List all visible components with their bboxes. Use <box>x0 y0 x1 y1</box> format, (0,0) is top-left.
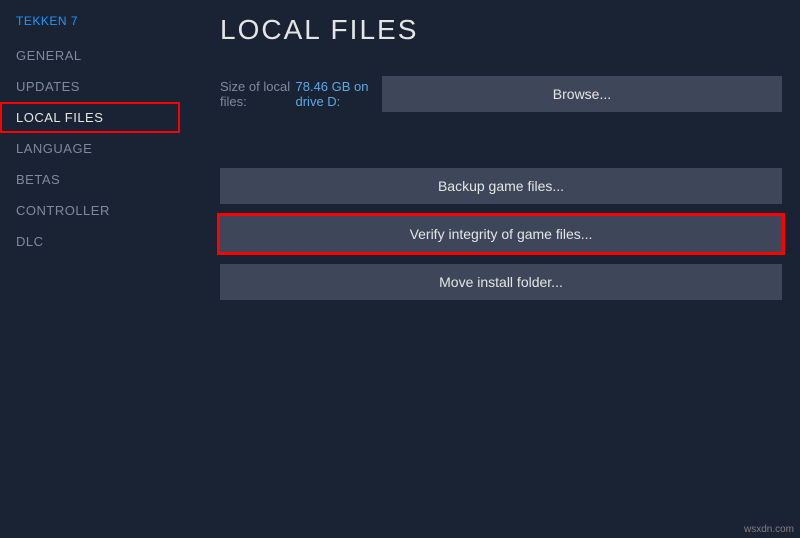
backup-game-files-button[interactable]: Backup game files... <box>220 168 782 204</box>
size-value: 78.46 GB on drive D: <box>296 79 382 109</box>
size-row: Size of local files: 78.46 GB on drive D… <box>220 76 782 112</box>
main-panel: LOCAL FILES Size of local files: 78.46 G… <box>180 0 800 538</box>
move-install-folder-button[interactable]: Move install folder... <box>220 264 782 300</box>
sidebar: TEKKEN 7 GENERALUPDATESLOCAL FILESLANGUA… <box>0 0 180 538</box>
verify-integrity-button[interactable]: Verify integrity of game files... <box>220 216 782 252</box>
watermark: wsxdn.com <box>744 524 794 535</box>
browse-button[interactable]: Browse... <box>382 76 782 112</box>
sidebar-item-language[interactable]: LANGUAGE <box>0 133 180 164</box>
page-title: LOCAL FILES <box>220 14 782 46</box>
size-label: Size of local files: <box>220 79 292 109</box>
sidebar-item-updates[interactable]: UPDATES <box>0 71 180 102</box>
sidebar-item-dlc[interactable]: DLC <box>0 226 180 257</box>
sidebar-item-local-files[interactable]: LOCAL FILES <box>0 102 180 133</box>
sidebar-item-betas[interactable]: BETAS <box>0 164 180 195</box>
sidebar-item-general[interactable]: GENERAL <box>0 40 180 71</box>
sidebar-item-controller[interactable]: CONTROLLER <box>0 195 180 226</box>
game-title: TEKKEN 7 <box>0 14 180 40</box>
